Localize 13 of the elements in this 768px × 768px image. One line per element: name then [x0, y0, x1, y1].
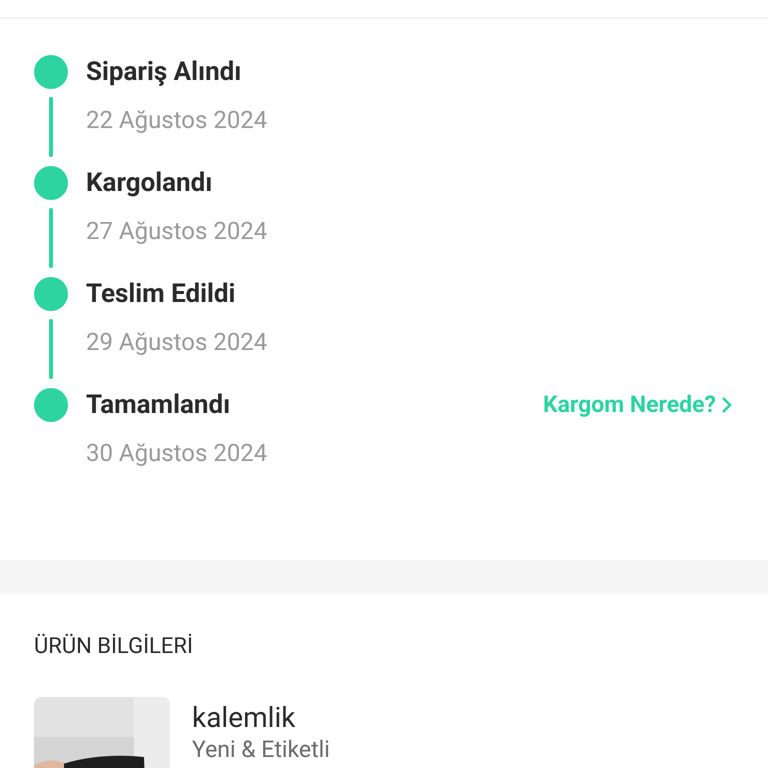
section-heading: ÜRÜN BİLGİLERİ — [34, 632, 194, 661]
product-name: kalemlik — [192, 701, 296, 735]
step-date: 29 Ağustos 2024 — [86, 327, 268, 357]
product-condition: Yeni & Etiketli — [192, 735, 330, 765]
step-date: 27 Ağustos 2024 — [86, 216, 268, 246]
step-date: 30 Ağustos 2024 — [86, 438, 268, 468]
step-title: Tamamlandı — [86, 389, 230, 422]
step-title: Kargolandı — [86, 167, 212, 200]
chevron-right-icon — [720, 395, 734, 415]
step-title: Sipariş Alındı — [86, 56, 242, 89]
step-date: 22 Ağustos 2024 — [86, 105, 268, 135]
step-title: Teslim Edildi — [86, 278, 236, 311]
track-link[interactable]: Kargom Nerede? — [543, 388, 734, 422]
